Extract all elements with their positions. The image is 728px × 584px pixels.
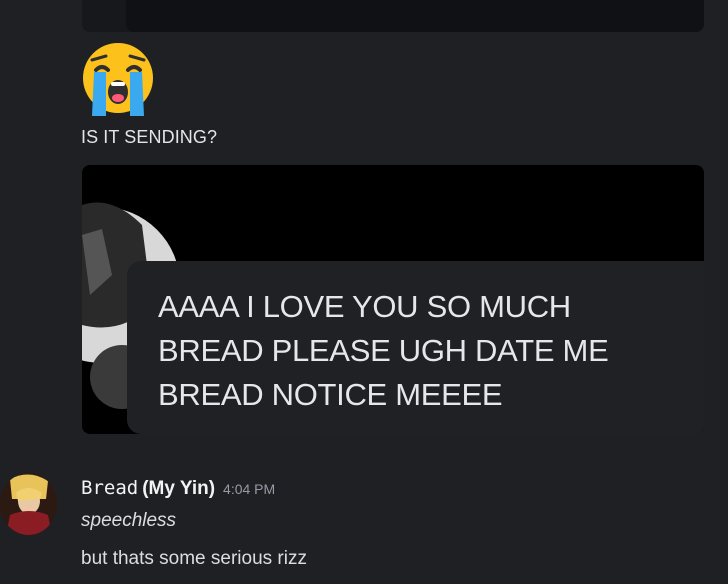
previous-embed bbox=[82, 0, 704, 32]
previous-embed-content bbox=[126, 0, 704, 32]
message-header: Bread (My Yin) 4:04 PM bbox=[81, 477, 275, 500]
chat-view: IS IT SENDING? AAAA I LOVE YOU SO MUCH B… bbox=[0, 0, 728, 584]
avatar[interactable] bbox=[0, 473, 57, 535]
message-text: but thats some serious rizz bbox=[81, 548, 307, 569]
nickname[interactable]: (My Yin) bbox=[142, 478, 215, 499]
timestamp[interactable]: 4:04 PM bbox=[223, 481, 275, 497]
username[interactable]: Bread bbox=[81, 477, 138, 499]
caption-line: BREAD NOTICE MEEEE bbox=[158, 377, 503, 412]
caption-line: BREAD PLEASE UGH DATE ME bbox=[158, 333, 609, 368]
attachment-caption: AAAA I LOVE YOU SO MUCH BREAD PLEASE UGH… bbox=[158, 285, 698, 417]
message-text: IS IT SENDING? bbox=[81, 127, 218, 147]
message-text: speechless bbox=[81, 510, 177, 531]
loudly-crying-face-emoji bbox=[80, 42, 156, 116]
caption-line: AAAA I LOVE YOU SO MUCH bbox=[158, 289, 571, 324]
